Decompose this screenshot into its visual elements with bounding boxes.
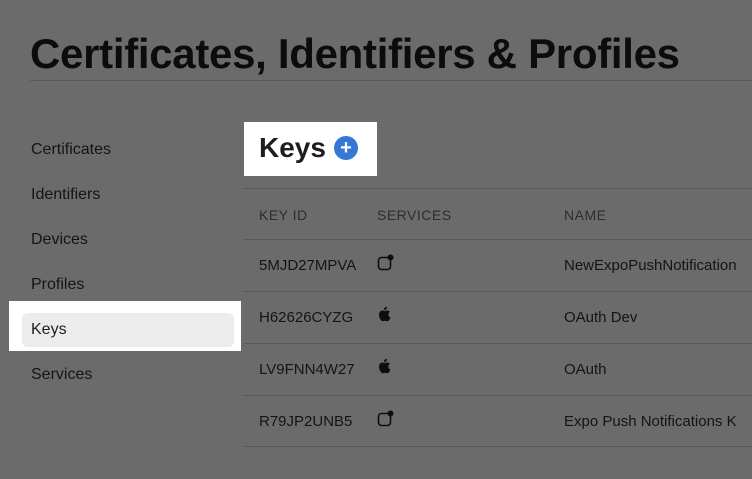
- page-title: Certificates, Identifiers & Profiles: [30, 30, 680, 77]
- sidebar-item-label: Certificates: [31, 141, 112, 158]
- name-cell: NewExpoPushNotification: [564, 257, 737, 274]
- table-row[interactable]: LV9FNN4W27 OAuth: [244, 343, 752, 395]
- keys-heading: Keys +: [259, 128, 358, 168]
- add-key-button[interactable]: +: [333, 136, 358, 160]
- sidebar-item-label: Identifiers: [31, 186, 101, 203]
- column-header-key-id[interactable]: KEY ID: [259, 207, 308, 223]
- plus-circle-icon: +: [340, 137, 352, 159]
- sidebar-item-certificates[interactable]: Certificates: [22, 133, 234, 167]
- push-notification-icon: [377, 410, 394, 427]
- key-id-cell: H62626CYZG: [259, 309, 354, 326]
- dim-overlay: [0, 301, 9, 351]
- sidebar-item-services[interactable]: Services: [22, 358, 234, 392]
- column-header-services[interactable]: SERVICES: [377, 207, 452, 223]
- sidebar-item-label: Keys: [31, 321, 67, 338]
- title-divider: [30, 80, 752, 81]
- section-title: Keys: [259, 132, 326, 163]
- sidebar-item-label: Services: [31, 366, 93, 383]
- table-row[interactable]: 5MJD27MPVA NewExpoPushNotification: [244, 239, 752, 291]
- name-cell: Expo Push Notifications K: [564, 413, 737, 430]
- sidebar-item-identifiers[interactable]: Identifiers: [22, 178, 234, 212]
- sidebar-item-keys[interactable]: Keys: [22, 313, 234, 347]
- table-row[interactable]: R79JP2UNB5 Expo Push Notifications K: [244, 395, 752, 447]
- sidebar-item-devices[interactable]: Devices: [22, 223, 234, 257]
- sidebar-item-profiles[interactable]: Profiles: [22, 268, 234, 302]
- key-id-cell: 5MJD27MPVA: [259, 257, 357, 274]
- table-row[interactable]: H62626CYZG OAuth Dev: [244, 291, 752, 343]
- sidebar-item-label: Devices: [31, 231, 88, 248]
- key-id-cell: LV9FNN4W27: [259, 361, 355, 378]
- apple-logo-icon: [378, 306, 391, 322]
- table-divider: [244, 188, 752, 189]
- column-header-name[interactable]: NAME: [564, 207, 606, 223]
- key-id-cell: R79JP2UNB5: [259, 413, 353, 430]
- push-notification-icon: [377, 254, 394, 271]
- name-cell: OAuth Dev: [564, 309, 638, 326]
- apple-logo-icon: [378, 358, 391, 374]
- name-cell: OAuth: [564, 361, 607, 378]
- sidebar-item-label: Profiles: [31, 276, 85, 293]
